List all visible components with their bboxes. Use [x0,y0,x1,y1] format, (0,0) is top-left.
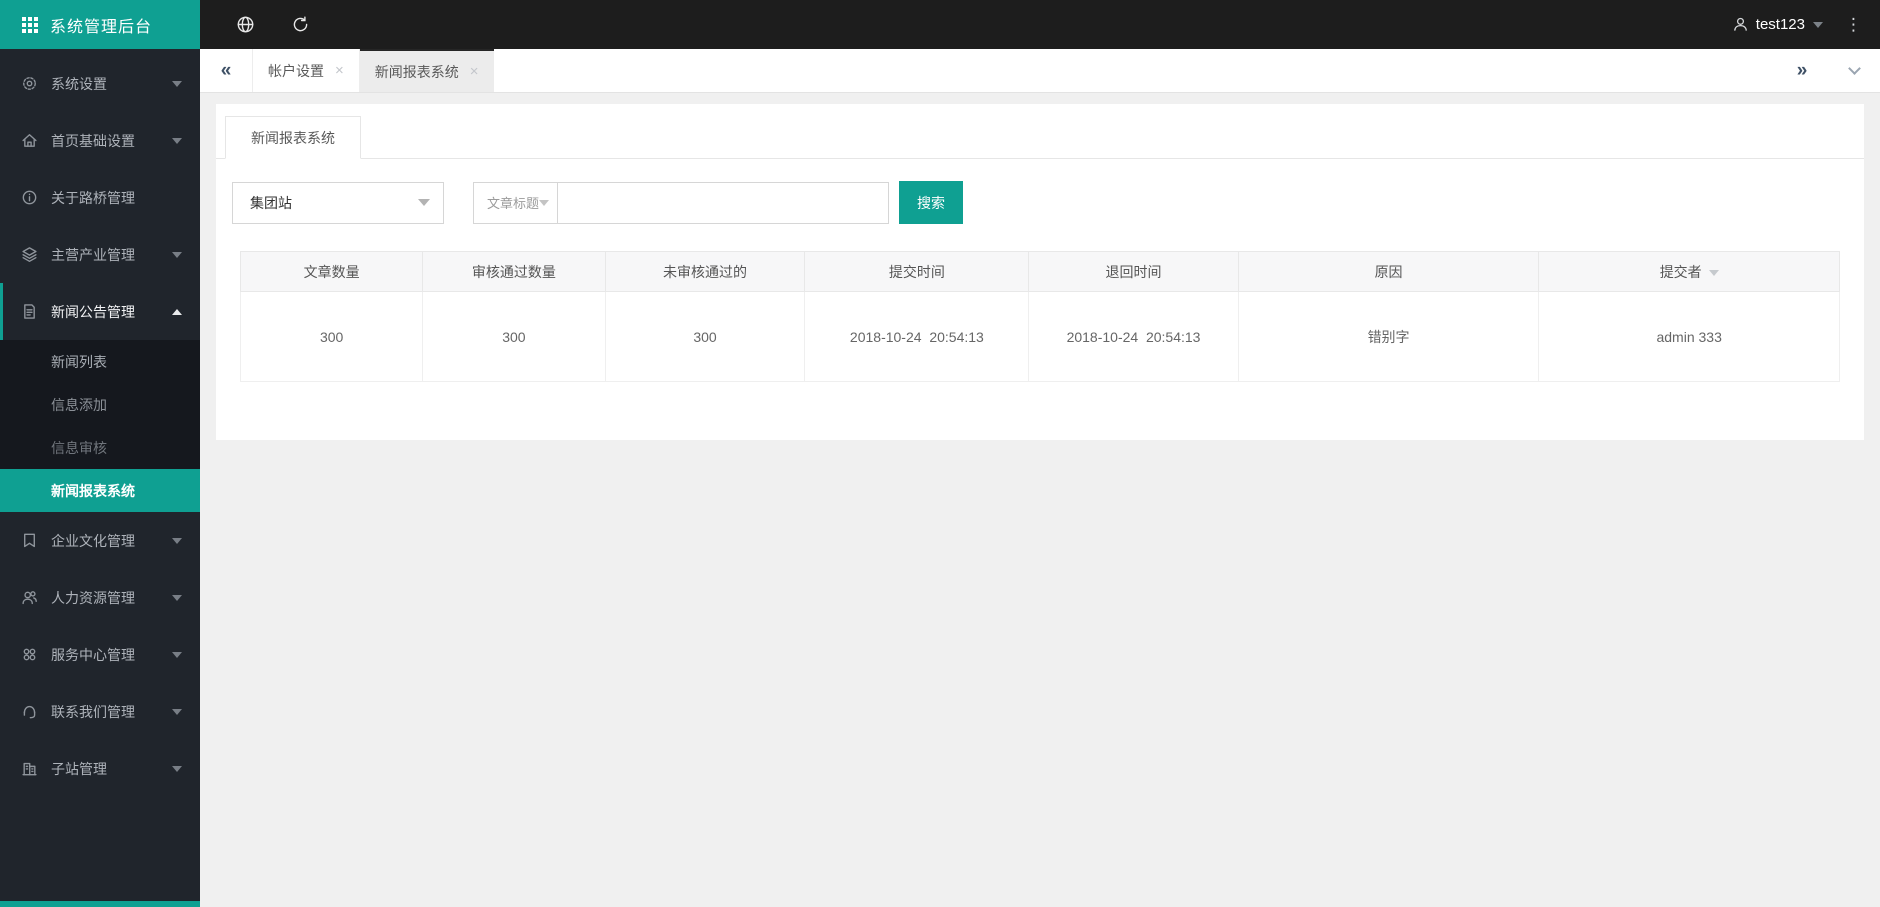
page-tab-bar: « 帐户设置 × 新闻报表系统 × » [200,49,1880,93]
site-select[interactable]: 集团站 [232,181,444,224]
sidebar-item-about-management[interactable]: 关于路桥管理 [0,169,200,226]
tabs-dropdown-button[interactable] [1828,49,1880,92]
report-table: 文章数量 审核通过数量 未审核通过的 提交时间 退回时间 原因 提交者 300 … [239,251,1840,382]
main-content: 新闻报表系统 集团站 文章标题 搜索 文章数量 审核通过数量 未审核通过的 提交… [200,93,1880,907]
sidebar-item-news-announcement[interactable]: 新闻公告管理 [0,283,200,340]
title-search-group: 文章标题 [473,181,889,224]
news-doc-icon [21,303,38,320]
cell-unapproved-count: 300 [604,291,806,382]
grid-logo-icon [22,16,38,33]
table-row: 300 300 300 2018-10-24 20:54:13 2018-10-… [239,291,1840,382]
chevron-down-icon [172,251,182,258]
col-article-count[interactable]: 文章数量 [239,251,424,292]
topbar-right: test123 ⋮ [1732,16,1880,33]
chevron-down-icon [172,594,182,601]
cell-return-time: 2018-10-24 20:54:13 [1028,291,1239,382]
sidebar-subitem-info-add[interactable]: 信息添加 [0,383,200,426]
col-reason[interactable]: 原因 [1237,251,1540,292]
app-title: 系统管理后台 [50,18,153,36]
chevron-down-icon [1813,21,1823,28]
sidebar-item-subsite-management[interactable]: 子站管理 [0,740,200,797]
tab-bar-right-controls: » [1776,49,1880,92]
tab-account-settings[interactable]: 帐户设置 × [252,49,360,92]
layers-icon [21,246,38,263]
news-submenu: 新闻列表 信息添加 信息审核 新闻报表系统 [0,340,200,512]
search-form: 集团站 文章标题 搜索 [232,181,1840,224]
sidebar-item-system-settings[interactable]: 系统设置 [0,55,200,112]
cell-submit-time: 2018-10-24 20:54:13 [804,291,1030,382]
building-icon [21,760,38,777]
kebab-menu-icon[interactable]: ⋮ [1845,16,1862,33]
chevron-down-icon [172,651,182,658]
close-icon[interactable]: × [470,63,479,80]
search-input[interactable] [557,181,889,224]
refresh-icon[interactable] [291,15,310,34]
headset-icon [21,703,38,720]
sidebar-item-main-industry[interactable]: 主营产业管理 [0,226,200,283]
card-tab-news-report-system[interactable]: 新闻报表系统 [225,116,361,159]
cell-submitter: admin 333 [1538,291,1840,382]
user-icon [1732,16,1749,33]
sidebar: 系统管理后台 系统设置 首页基础设置 关于路桥管理 主营产业管理 新闻公告管理 [0,0,200,907]
chevron-down-icon [172,137,182,144]
close-icon[interactable]: × [335,62,344,79]
search-button[interactable]: 搜索 [899,181,963,224]
info-icon [21,189,38,206]
chevron-down-icon [172,708,182,715]
cell-approved-count: 300 [422,291,606,382]
sidebar-item-contact-us[interactable]: 联系我们管理 [0,683,200,740]
user-menu[interactable]: test123 [1732,16,1823,33]
chevron-up-icon [172,308,182,315]
sidebar-bottom-accent [0,901,200,907]
app-logo[interactable]: 系统管理后台 [0,0,200,49]
article-title-select[interactable]: 文章标题 [473,181,557,224]
sidebar-subitem-news-report-system[interactable]: 新闻报表系统 [0,469,200,512]
tabs-scroll-right-button[interactable]: » [1776,49,1828,92]
sort-caret-icon[interactable] [1708,269,1719,276]
cell-reason: 错别字 [1237,291,1540,382]
tabs-scroll-left-button[interactable]: « [200,49,252,92]
sidebar-item-corporate-culture[interactable]: 企业文化管理 [0,512,200,569]
users-icon [21,589,38,606]
card-tab-header: 新闻报表系统 [216,104,1864,159]
chevron-down-icon [539,199,549,206]
col-submitter[interactable]: 提交者 [1538,251,1840,292]
col-unapproved-count[interactable]: 未审核通过的 [604,251,806,292]
sidebar-item-human-resources[interactable]: 人力资源管理 [0,569,200,626]
home-icon [21,132,38,149]
chevron-down-icon [172,537,182,544]
col-approved-count[interactable]: 审核通过数量 [422,251,606,292]
sidebar-item-homepage-settings[interactable]: 首页基础设置 [0,112,200,169]
globe-icon[interactable] [236,15,255,34]
tab-news-report-system[interactable]: 新闻报表系统 × [359,49,494,92]
chevron-down-icon [172,80,182,87]
chevron-down-icon [172,765,182,772]
topbar: test123 ⋮ [200,0,1880,49]
table-header-row: 文章数量 审核通过数量 未审核通过的 提交时间 退回时间 原因 提交者 [239,251,1840,292]
service-center-icon [21,646,38,663]
gear-icon [21,75,38,92]
chevron-down-icon [418,199,430,206]
sidebar-nav: 系统设置 首页基础设置 关于路桥管理 主营产业管理 新闻公告管理 新闻列表 信息… [0,49,200,797]
col-submit-time[interactable]: 提交时间 [804,251,1030,292]
sidebar-item-service-center[interactable]: 服务中心管理 [0,626,200,683]
news-report-card: 新闻报表系统 集团站 文章标题 搜索 文章数量 审核通过数量 未审核通过的 提交… [216,104,1864,440]
col-return-time[interactable]: 退回时间 [1028,251,1239,292]
sidebar-subitem-news-list[interactable]: 新闻列表 [0,340,200,383]
cell-article-count: 300 [239,291,424,382]
username: test123 [1755,16,1805,33]
sidebar-subitem-info-review[interactable]: 信息审核 [0,426,200,469]
culture-flag-icon [21,532,38,549]
chevron-down-icon [1847,61,1861,75]
